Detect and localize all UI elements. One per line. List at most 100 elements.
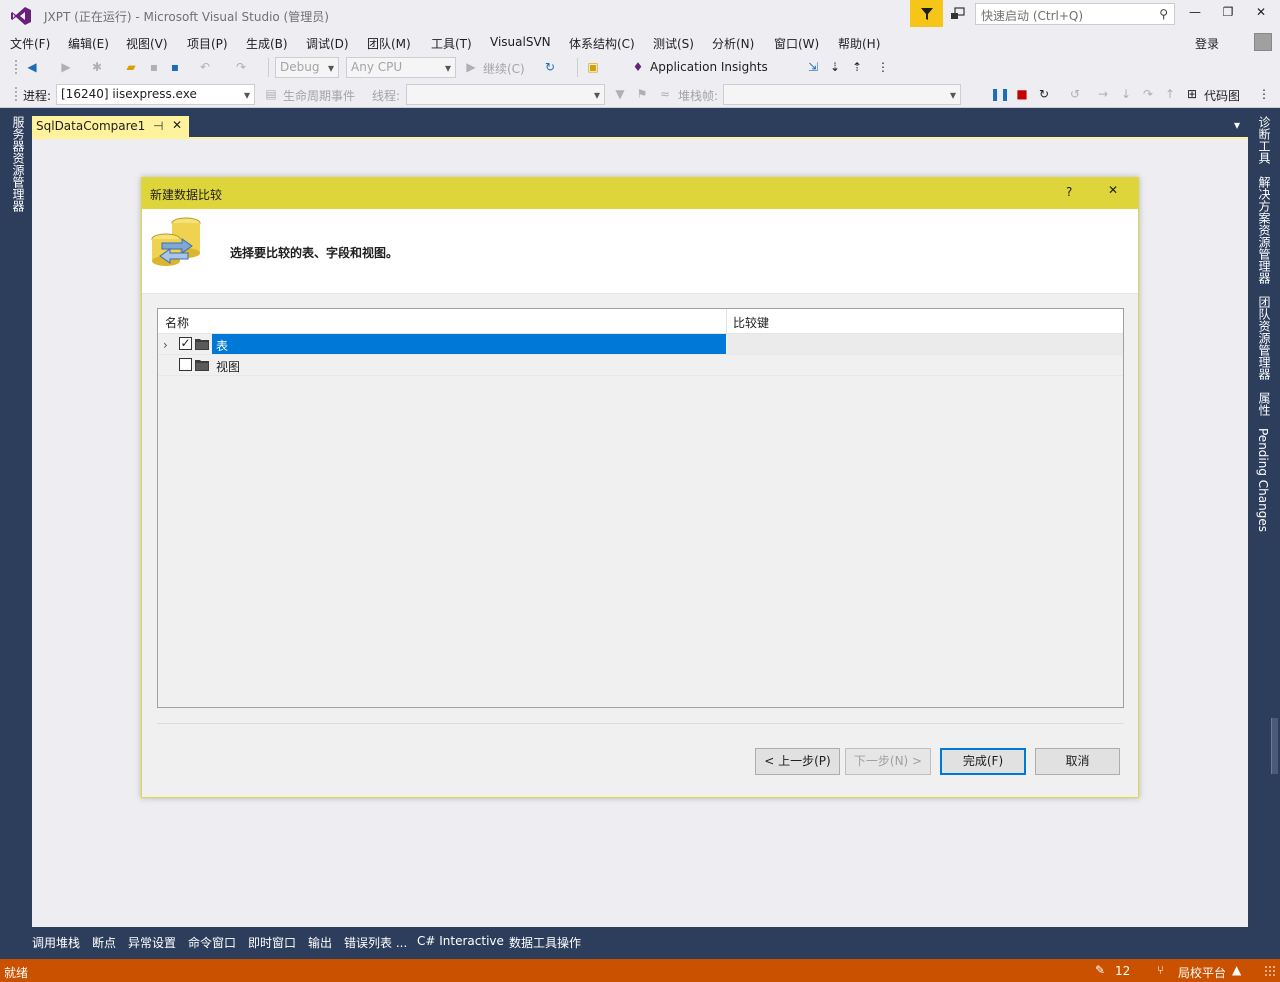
- menu-tools[interactable]: 工具(T): [431, 35, 472, 52]
- step-out-icon[interactable]: ⇡: [848, 58, 866, 76]
- menu-view[interactable]: 视图(V): [126, 35, 168, 52]
- menu-edit[interactable]: 编辑(E): [68, 35, 109, 52]
- stop-icon[interactable]: ■: [1013, 85, 1031, 103]
- menu-analyze[interactable]: 分析(N): [712, 35, 754, 52]
- step-out-dim-icon[interactable]: ↷: [1139, 85, 1157, 103]
- restart-icon[interactable]: ↻: [1035, 85, 1053, 103]
- cancel-button[interactable]: 取消: [1035, 748, 1120, 775]
- close-tab-icon[interactable]: ✕: [172, 118, 182, 132]
- breakpoints-tab[interactable]: 断点: [92, 934, 116, 951]
- dialog-close-button[interactable]: ✕: [1108, 183, 1118, 197]
- filter-icon[interactable]: ▼: [611, 85, 629, 103]
- account-avatar-icon[interactable]: [1254, 33, 1272, 51]
- navigate-back-icon[interactable]: ◀: [23, 58, 41, 76]
- browser-link-icon[interactable]: ▣: [584, 58, 602, 76]
- immediate-window-tab[interactable]: 即时窗口: [248, 934, 296, 951]
- document-overflow-icon[interactable]: ▾: [1234, 118, 1240, 132]
- step-into-icon[interactable]: ⇲: [804, 58, 822, 76]
- toolbar-overflow-icon[interactable]: ⋮: [1255, 85, 1273, 103]
- pending-changes-count[interactable]: 12: [1115, 964, 1130, 978]
- call-stack-tab[interactable]: 调用堆栈: [32, 934, 80, 951]
- menu-architecture[interactable]: 体系结构(C): [569, 35, 635, 52]
- next-button[interactable]: 下一步(N) >: [845, 748, 931, 775]
- resize-grip-icon[interactable]: [1264, 965, 1276, 977]
- redo-icon[interactable]: ↷: [232, 58, 250, 76]
- step-into-dim-icon[interactable]: →: [1094, 85, 1112, 103]
- data-tools-operations-tab[interactable]: 数据工具操作: [509, 934, 581, 951]
- solution-explorer-tab[interactable]: 解决方案资源管理器: [1256, 176, 1273, 284]
- error-list-tab[interactable]: 错误列表 ...: [344, 934, 407, 951]
- quick-launch-input[interactable]: 快速启动 (Ctrl+Q) ⚲: [975, 3, 1175, 25]
- column-divider[interactable]: [726, 309, 727, 334]
- save-all-icon[interactable]: ▪: [166, 58, 184, 76]
- solution-config-select[interactable]: Debug ▾: [275, 57, 339, 78]
- flag-icon[interactable]: ⚑: [633, 85, 651, 103]
- menu-test[interactable]: 测试(S): [653, 35, 694, 52]
- minimize-button[interactable]: —: [1182, 5, 1208, 25]
- help-button[interactable]: ?: [1066, 185, 1072, 199]
- show-next-statement-icon[interactable]: ↺: [1066, 85, 1084, 103]
- repository-name[interactable]: 局校平台: [1178, 964, 1226, 981]
- code-map-button[interactable]: 代码图: [1204, 87, 1240, 104]
- menu-window[interactable]: 窗口(W): [774, 35, 819, 52]
- toolbar-grip[interactable]: [14, 86, 18, 103]
- server-explorer-tab[interactable]: 服务器资源管理器: [9, 116, 27, 212]
- save-icon[interactable]: ▪: [145, 58, 163, 76]
- menu-help[interactable]: 帮助(H): [838, 35, 880, 52]
- play-icon[interactable]: ▶: [462, 58, 480, 76]
- solution-platform-select[interactable]: Any CPU ▾: [346, 57, 456, 78]
- exception-settings-tab[interactable]: 异常设置: [128, 934, 176, 951]
- notifications-button[interactable]: [910, 0, 943, 27]
- tables-checkbox[interactable]: ✓: [179, 337, 192, 350]
- application-insights-button[interactable]: Application Insights: [650, 60, 768, 74]
- pause-icon[interactable]: ❚❚: [990, 85, 1010, 103]
- lifecycle-events-icon[interactable]: ▤: [262, 85, 280, 103]
- tree-row-views[interactable]: 视图: [158, 355, 1123, 376]
- stack-frame-select[interactable]: ▾: [723, 84, 961, 105]
- column-header-name[interactable]: 名称: [165, 314, 189, 331]
- team-explorer-tab[interactable]: 团队资源管理器: [1256, 296, 1273, 380]
- tree-row-tables[interactable]: › ✓ 表: [158, 334, 1123, 355]
- menu-debug[interactable]: 调试(D): [306, 35, 349, 52]
- lifecycle-events-button[interactable]: 生命周期事件: [283, 87, 355, 104]
- new-project-icon[interactable]: ✱: [88, 58, 106, 76]
- open-file-icon[interactable]: ▰: [122, 58, 140, 76]
- properties-tab[interactable]: 属性: [1256, 392, 1273, 416]
- sign-in-link[interactable]: 登录: [1195, 35, 1219, 52]
- pending-changes-tab[interactable]: Pending Changes: [1256, 428, 1270, 532]
- chevron-up-icon[interactable]: ▲: [1232, 963, 1241, 977]
- command-window-tab[interactable]: 命令窗口: [188, 934, 236, 951]
- undo-icon[interactable]: ↶: [196, 58, 214, 76]
- menu-file[interactable]: 文件(F): [10, 35, 50, 52]
- refresh-icon[interactable]: ↻: [541, 58, 559, 76]
- output-tab[interactable]: 输出: [308, 934, 332, 951]
- menu-project[interactable]: 项目(P): [187, 35, 228, 52]
- run-to-cursor-icon[interactable]: ↑: [1161, 85, 1179, 103]
- expand-chevron-icon[interactable]: ›: [163, 338, 168, 352]
- thread-select[interactable]: ▾: [406, 84, 605, 105]
- menu-team[interactable]: 团队(M): [367, 35, 411, 52]
- views-checkbox[interactable]: [179, 358, 192, 371]
- finish-button[interactable]: 完成(F): [940, 748, 1026, 775]
- step-over-dim-icon[interactable]: ↓: [1117, 85, 1135, 103]
- code-map-icon[interactable]: ⊞: [1183, 85, 1201, 103]
- menu-build[interactable]: 生成(B): [246, 35, 288, 52]
- step-over-icon[interactable]: ⇣: [826, 58, 844, 76]
- scrollbar-thumb[interactable]: [1271, 718, 1278, 774]
- diagnostic-tools-tab[interactable]: 诊断工具: [1256, 116, 1273, 164]
- back-button[interactable]: < 上一步(P): [755, 748, 840, 775]
- navigate-forward-icon[interactable]: ▶: [57, 58, 75, 76]
- maximize-button[interactable]: ❐: [1215, 5, 1241, 25]
- pencil-icon[interactable]: ✎: [1095, 963, 1105, 977]
- csharp-interactive-tab[interactable]: C# Interactive: [417, 934, 504, 948]
- branch-icon[interactable]: ⑂: [1157, 963, 1164, 977]
- menu-visualsvn[interactable]: VisualSVN: [490, 35, 551, 49]
- process-select[interactable]: [16240] iisexpress.exe ▾: [56, 84, 255, 105]
- feedback-button[interactable]: [946, 3, 970, 25]
- pin-icon[interactable]: ⊣: [153, 119, 163, 133]
- show-threads-icon[interactable]: ≈: [656, 85, 674, 103]
- document-tab-sqldatacompare[interactable]: SqlDataCompare1 ⊣ ✕: [32, 116, 189, 137]
- toolbar-grip[interactable]: [14, 59, 18, 76]
- toolbar-overflow-icon[interactable]: ⋮: [874, 58, 892, 76]
- column-header-compare-key[interactable]: 比较键: [733, 314, 769, 331]
